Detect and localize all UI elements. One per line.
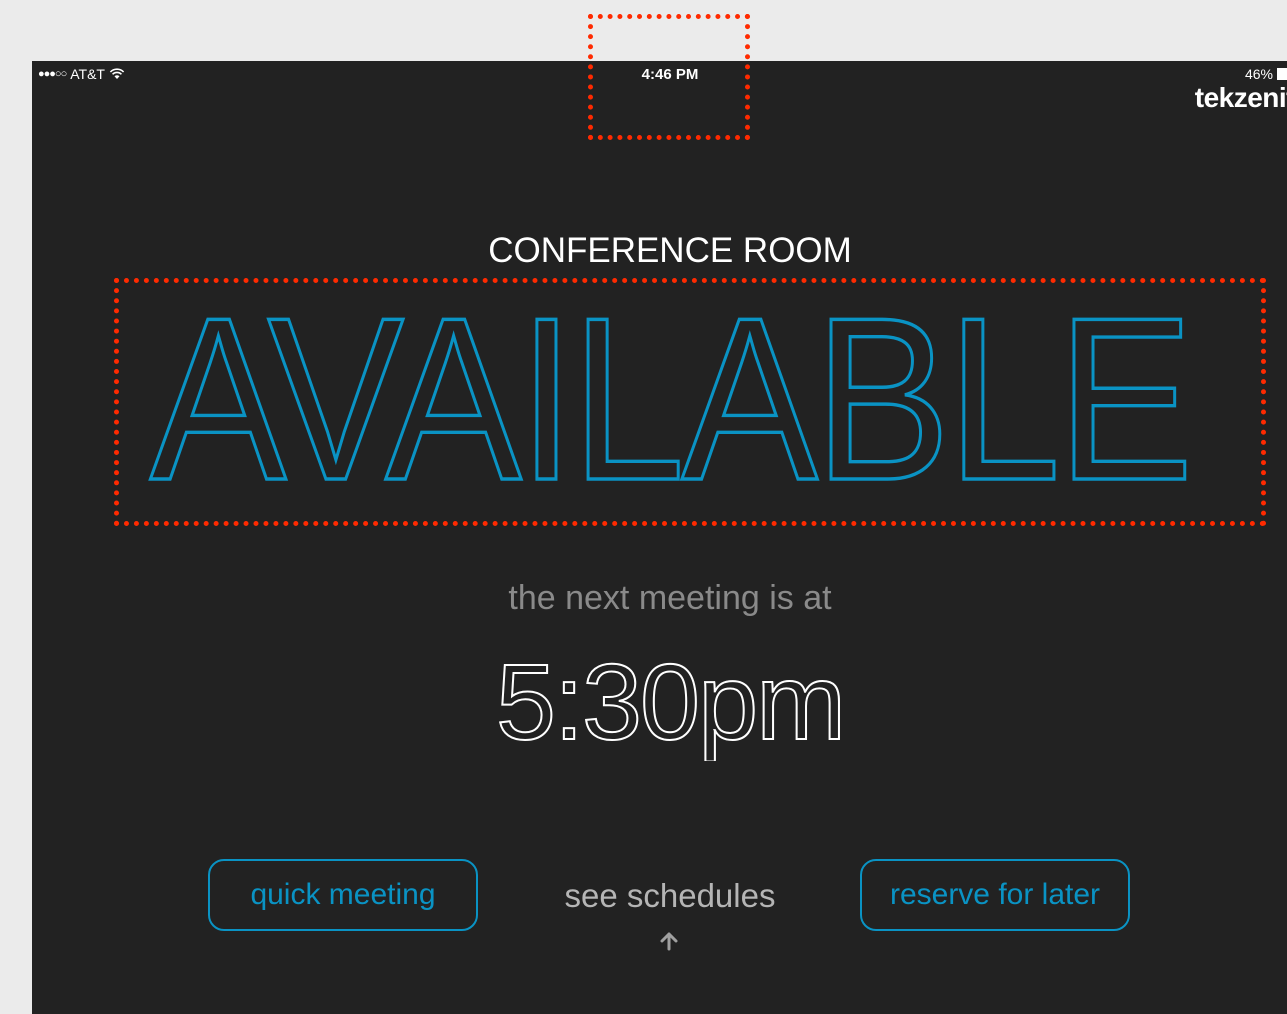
brand-logo: tekzenit xyxy=(1194,82,1287,113)
next-meeting-time-text: 5:30pm xyxy=(495,640,847,763)
room-status-label: AVAILABLE xyxy=(150,281,1190,513)
quick-meeting-button[interactable]: quick meeting xyxy=(208,859,478,931)
reserve-for-later-button[interactable]: reserve for later xyxy=(860,859,1130,931)
room-status: AVAILABLE xyxy=(32,281,1287,513)
next-meeting-label: the next meeting is at xyxy=(508,579,832,617)
battery-icon xyxy=(1277,68,1287,80)
arrow-up-icon[interactable] xyxy=(659,931,679,951)
ipad-screen: ●●●○○ AT&T 4:46 PM 46% tekzenit CONFEREN… xyxy=(32,61,1287,1014)
status-bar: ●●●○○ AT&T 4:46 PM 46% xyxy=(32,61,1287,87)
see-schedules-link[interactable]: see schedules xyxy=(520,877,820,915)
room-status-text: AVAILABLE xyxy=(148,281,1195,513)
next-meeting-time-label: 5:30pm xyxy=(496,641,844,761)
room-name: CONFERENCE ROOM xyxy=(488,231,852,270)
battery-percent: 46% xyxy=(1244,66,1273,82)
status-time: 4:46 PM xyxy=(641,66,699,83)
status-right: 46% xyxy=(1245,66,1287,82)
next-meeting-time: 5:30pm xyxy=(32,640,1287,786)
